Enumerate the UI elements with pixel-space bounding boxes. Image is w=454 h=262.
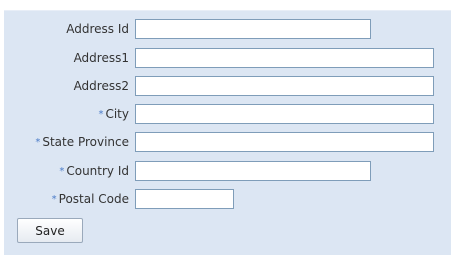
address1-row: Address1 <box>4 48 451 72</box>
city-row: * City <box>4 104 451 128</box>
required-marker: * <box>35 137 41 148</box>
required-marker: * <box>51 194 57 205</box>
country-id-label: * Country Id <box>59 164 129 178</box>
state-province-input[interactable] <box>135 132 434 152</box>
country-id-input[interactable] <box>135 161 371 181</box>
required-marker: * <box>59 166 65 177</box>
state-province-label: * State Province <box>35 135 129 149</box>
city-label: * City <box>98 107 129 121</box>
address-id-row: Address Id <box>4 19 451 43</box>
address1-input[interactable] <box>135 48 434 68</box>
postal-code-label: * Postal Code <box>51 192 129 206</box>
address1-label: Address1 <box>73 51 129 65</box>
state-province-row: * State Province <box>4 132 451 156</box>
save-button[interactable]: Save <box>17 218 83 243</box>
city-input[interactable] <box>135 104 434 124</box>
address2-row: Address2 <box>4 76 451 100</box>
required-marker: * <box>98 109 104 120</box>
postal-code-row: * Postal Code <box>4 189 451 213</box>
address2-label: Address2 <box>73 79 129 93</box>
address-id-label: Address Id <box>66 22 129 36</box>
address2-input[interactable] <box>135 76 434 96</box>
postal-code-input[interactable] <box>135 189 234 209</box>
address-id-input[interactable] <box>135 19 371 39</box>
address-form-panel: Address Id Address1 Address2 * City * Stat… <box>4 10 451 255</box>
country-id-row: * Country Id <box>4 161 451 185</box>
